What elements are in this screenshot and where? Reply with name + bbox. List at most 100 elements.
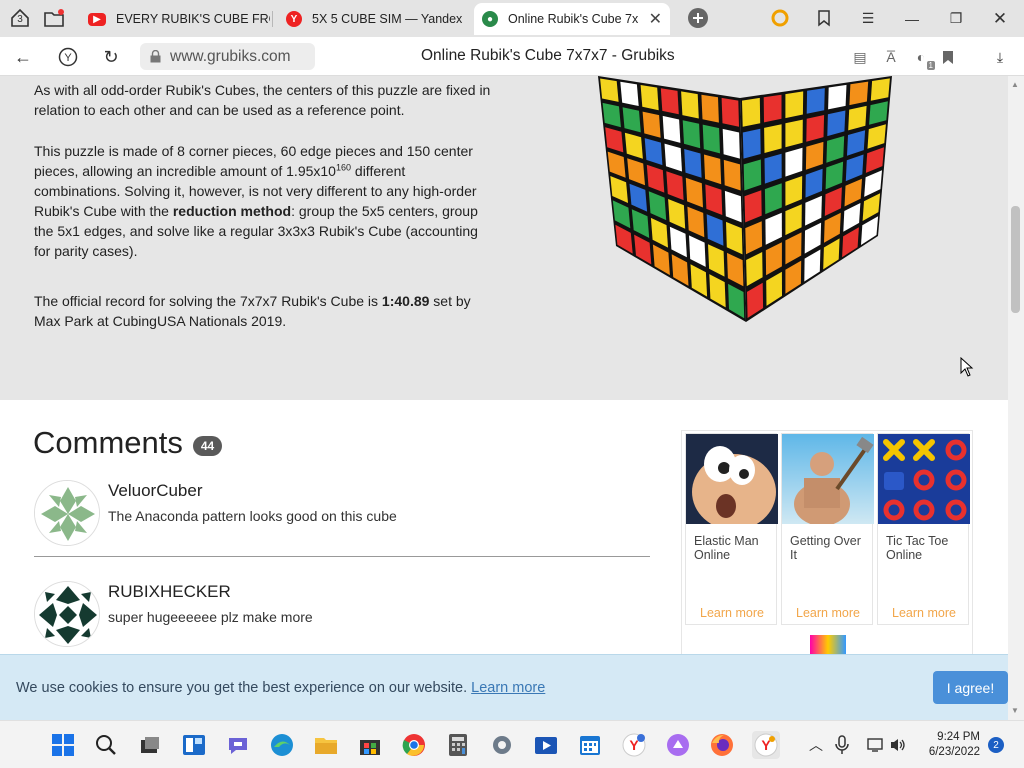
tab-label: EVERY RUBIK'S CUBE FRO — [116, 12, 270, 26]
reload-button[interactable]: ↻ — [98, 44, 124, 70]
cookie-agree-button[interactable]: I agree! — [933, 671, 1008, 704]
yandex-browser-icon[interactable]: Y — [752, 731, 780, 759]
notification-badge[interactable]: 2 — [988, 737, 1004, 753]
url-field[interactable]: www.grubiks.com — [140, 43, 315, 70]
minimize-button[interactable]: — — [890, 0, 934, 37]
cube-sticker — [785, 119, 803, 148]
back-button[interactable]: ← — [10, 44, 36, 70]
cube-sticker — [870, 78, 890, 101]
cube-sticker — [681, 91, 699, 119]
avatar[interactable] — [34, 581, 100, 647]
restore-button[interactable]: ❐ — [934, 0, 978, 37]
chrome-icon[interactable] — [400, 731, 428, 759]
settings-icon[interactable] — [488, 731, 516, 759]
cookie-banner: We use cookies to ensure you get the bes… — [0, 654, 1008, 720]
comment-divider — [34, 556, 650, 557]
tab-bar: 3 ▶ EVERY RUBIK'S CUBE FRO Y 5X 5 CUBE S… — [0, 0, 1024, 37]
reader-mode-icon[interactable]: ▤ — [849, 46, 871, 68]
text-span: The official record for solving the 7x7x… — [34, 293, 382, 309]
system-clock[interactable]: 9:24 PM 6/23/2022 — [910, 730, 980, 760]
file-explorer-icon[interactable] — [312, 731, 340, 759]
ad-title: Tic Tac Toe Online — [886, 534, 949, 562]
comments-title: Comments — [33, 425, 183, 460]
tic-tac-toe-image — [878, 434, 970, 524]
ad-card[interactable]: Elastic Man Online Learn more — [685, 433, 778, 625]
url-text: www.grubiks.com — [170, 47, 291, 65]
tab-separator — [272, 11, 273, 27]
cube-sticker — [640, 85, 659, 111]
ad-card[interactable]: Tic Tac Toe Online Learn more — [877, 433, 970, 625]
ad-learn-more-link[interactable]: Learn more — [878, 606, 970, 620]
search-icon[interactable] — [92, 731, 120, 759]
ad-learn-more-link[interactable]: Learn more — [686, 606, 778, 620]
scrollbar-thumb[interactable] — [1011, 206, 1020, 313]
comment-text: super hugeeeeee plz make more — [108, 609, 313, 625]
cube-sticker — [742, 97, 761, 127]
youtube-icon: ▶ — [88, 12, 106, 26]
microphone-icon[interactable] — [828, 731, 856, 759]
alice-assistant-icon[interactable] — [664, 731, 692, 759]
alice-icon[interactable] — [766, 5, 794, 31]
getting-over-it-image — [782, 434, 874, 524]
comment-text: The Anaconda pattern looks good on this … — [108, 508, 397, 524]
tab-yandex[interactable]: Y 5X 5 CUBE SIM — Yandex — [278, 3, 468, 35]
chevron-up-icon[interactable]: ︿ — [802, 731, 830, 759]
calculator-icon[interactable] — [444, 731, 472, 759]
extensions-icon[interactable]: ◐ 1 — [910, 46, 935, 70]
new-tab-button[interactable] — [684, 5, 712, 31]
ad-thumbnail[interactable] — [810, 635, 846, 655]
edge-icon[interactable] — [268, 731, 296, 759]
tab-grubiks[interactable]: ● Online Rubik's Cube 7x ✕ — [474, 3, 670, 35]
scroll-down-icon[interactable]: ▼ — [1011, 706, 1019, 715]
comment-author[interactable]: RUBIXHECKER — [108, 582, 231, 602]
tabs-count: 3 — [17, 14, 23, 25]
yandex-browser-alt-icon[interactable]: Y — [620, 731, 648, 759]
downloads-icon[interactable]: ⤓ — [989, 46, 1011, 68]
ad-learn-more-link[interactable]: Learn more — [782, 606, 874, 620]
bold-text: 1:40.89 — [381, 293, 430, 309]
elastic-man-image — [686, 434, 778, 524]
cube-sticker — [722, 128, 740, 159]
cookie-learn-more-link[interactable]: Learn more — [471, 680, 545, 696]
cube-sticker — [600, 78, 619, 102]
rubiks-cube-7x7-image[interactable] — [590, 76, 900, 336]
paragraph-odd-order: As with all odd-order Rubik's Cubes, the… — [34, 82, 491, 118]
close-window-button[interactable]: ✕ — [978, 0, 1022, 37]
movies-tv-icon[interactable] — [532, 731, 560, 759]
cube-sticker — [764, 124, 782, 153]
translate-icon[interactable]: A̅ — [880, 46, 902, 68]
ad-card[interactable]: Getting Over It Learn more — [781, 433, 874, 625]
teams-chat-icon[interactable] — [224, 731, 252, 759]
close-tab-icon[interactable]: ✕ — [649, 9, 662, 29]
calendar-icon[interactable] — [576, 731, 604, 759]
new-folder-icon[interactable] — [40, 5, 68, 31]
cube-sticker — [806, 88, 825, 114]
avatar[interactable] — [34, 480, 100, 546]
paragraph-pieces: This puzzle is made of 8 corner pieces, … — [34, 141, 494, 261]
page-title: Online Rubik's Cube 7x7x7 - Grubiks — [421, 47, 675, 64]
page-content: As with all odd-order Rubik's Cubes, the… — [0, 76, 1008, 720]
collections-icon[interactable] — [810, 5, 838, 31]
bookmark-icon[interactable] — [937, 46, 959, 68]
cube-sticker — [849, 81, 869, 106]
menu-icon[interactable]: ☰ — [846, 0, 890, 37]
tabs-count-icon[interactable]: 3 — [6, 5, 34, 31]
bold-text: reduction method — [172, 203, 292, 219]
page-scrollbar[interactable]: ▲ ▼ — [1008, 76, 1024, 720]
cube-sticker — [662, 115, 681, 143]
tab-youtube[interactable]: ▶ EVERY RUBIK'S CUBE FRO — [80, 3, 270, 35]
comment-author[interactable]: VeluorCuber — [108, 481, 203, 501]
start-icon[interactable] — [49, 731, 77, 759]
address-bar: ← Y ↻ www.grubiks.com Online Rubik's Cub… — [0, 37, 1024, 76]
volume-icon[interactable] — [884, 731, 912, 759]
yandex-home-icon[interactable]: Y — [55, 44, 81, 70]
widgets-icon[interactable] — [180, 731, 208, 759]
firefox-icon[interactable] — [708, 731, 736, 759]
cube-sticker — [702, 124, 720, 154]
scroll-up-icon[interactable]: ▲ — [1011, 80, 1019, 89]
comments-heading: Comments 44 — [33, 425, 223, 461]
clock-time: 9:24 PM — [937, 731, 980, 743]
task-view-icon[interactable] — [136, 731, 164, 759]
cube-sticker — [763, 94, 782, 123]
store-icon[interactable] — [356, 731, 384, 759]
